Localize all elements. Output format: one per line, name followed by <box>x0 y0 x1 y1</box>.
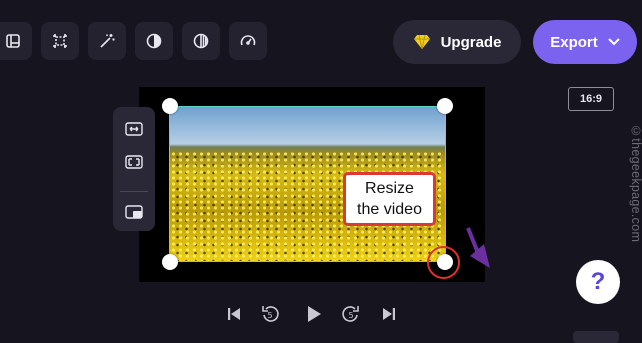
export-label: Export <box>550 33 598 51</box>
speed-button[interactable] <box>229 22 267 60</box>
annotation-arrow <box>466 227 490 268</box>
resize-callout: Resize the video <box>343 172 436 226</box>
forward-seconds: 5 <box>348 311 353 320</box>
fill-icon <box>125 155 143 169</box>
fill-button[interactable] <box>120 149 148 175</box>
playback-controls: 5 5 <box>224 300 404 330</box>
callout-line-1: Resize <box>365 180 414 197</box>
rewind-seconds: 5 <box>267 311 272 320</box>
panel-divider <box>120 191 148 192</box>
picture-in-picture-icon <box>125 205 143 219</box>
rewind-5-icon[interactable]: 5 <box>260 304 280 324</box>
color-filter-icon <box>193 33 209 49</box>
diamond-icon <box>413 34 430 50</box>
pip-button[interactable] <box>120 199 148 225</box>
watermark-text: ©thegeekpage.com <box>629 124 642 243</box>
chevron-down-icon <box>608 38 620 46</box>
layout-button[interactable] <box>0 22 32 60</box>
callout-line-2: the video <box>357 201 422 218</box>
upgrade-button[interactable]: Upgrade <box>393 20 521 64</box>
export-button[interactable]: Export <box>533 20 637 64</box>
magic-button[interactable] <box>88 22 126 60</box>
skip-forward-icon[interactable] <box>379 304 399 324</box>
filter-button[interactable] <box>182 22 220 60</box>
fit-button[interactable] <box>120 116 148 142</box>
resize-handle-top-right[interactable] <box>437 98 453 114</box>
timeline-toggle[interactable] <box>573 331 619 343</box>
adjust-button[interactable] <box>135 22 173 60</box>
handle-highlight-circle <box>427 246 460 279</box>
forward-5-icon[interactable]: 5 <box>341 304 361 324</box>
magic-wand-icon <box>100 34 115 48</box>
fit-icon <box>125 122 143 136</box>
upgrade-label: Upgrade <box>440 33 502 51</box>
aspect-ratio-button[interactable]: 16:9 <box>568 87 614 111</box>
play-icon[interactable] <box>303 304 323 324</box>
crop-button[interactable] <box>41 22 79 60</box>
help-button[interactable]: ? <box>576 260 620 304</box>
layout-icon <box>6 34 20 48</box>
transform-panel <box>113 107 155 231</box>
contrast-icon <box>146 33 162 49</box>
skip-back-icon[interactable] <box>224 304 244 324</box>
editor-toolbar <box>0 22 267 62</box>
resize-handle-top-left[interactable] <box>162 98 178 114</box>
resize-handle-bottom-left[interactable] <box>162 254 178 270</box>
speed-icon <box>240 35 256 46</box>
crop-icon <box>53 34 67 48</box>
